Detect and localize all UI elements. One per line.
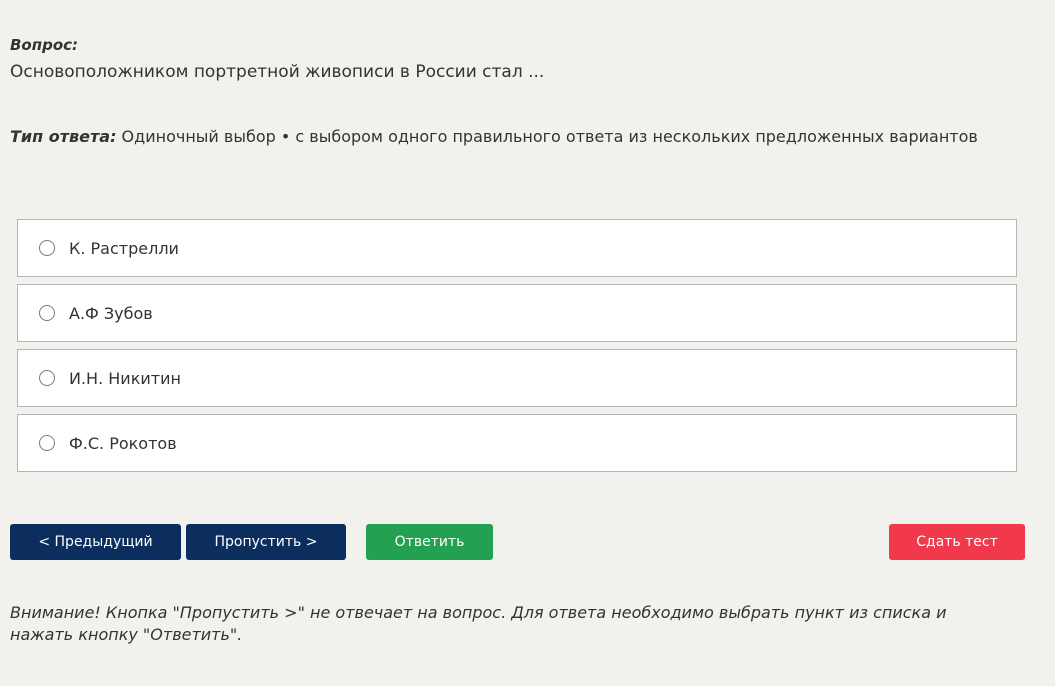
previous-button[interactable]: < Предыдущий	[10, 524, 181, 560]
radio-button[interactable]	[39, 435, 55, 451]
notice-text: Внимание! Кнопка "Пропустить >" не отвеч…	[10, 603, 947, 644]
question-text: Основоположником портретной живописи в Р…	[10, 62, 545, 82]
question-label: Вопрос:	[10, 36, 79, 54]
options-list: К. Растрелли А.Ф Зубов И.Н. Никитин Ф.С.…	[17, 219, 1017, 479]
radio-button[interactable]	[39, 305, 55, 321]
submit-test-button[interactable]: Сдать тест	[889, 524, 1025, 560]
radio-button[interactable]	[39, 240, 55, 256]
answer-type-label: Тип ответа:	[10, 127, 117, 146]
radio-button[interactable]	[39, 370, 55, 386]
answer-button[interactable]: Ответить	[366, 524, 493, 560]
answer-type-value: Одиночный выбор • с выбором одного прави…	[116, 127, 978, 146]
option-item[interactable]: А.Ф Зубов	[17, 284, 1017, 342]
option-item[interactable]: К. Растрелли	[17, 219, 1017, 277]
skip-button[interactable]: Пропустить >	[186, 524, 346, 560]
option-label: И.Н. Никитин	[69, 368, 181, 388]
option-label: К. Растрелли	[69, 238, 179, 258]
option-item[interactable]: Ф.С. Рокотов	[17, 414, 1017, 472]
option-item[interactable]: И.Н. Никитин	[17, 349, 1017, 407]
option-label: Ф.С. Рокотов	[69, 433, 177, 453]
answer-type: Тип ответа: Одиночный выбор • с выбором …	[10, 127, 978, 146]
option-label: А.Ф Зубов	[69, 303, 153, 323]
